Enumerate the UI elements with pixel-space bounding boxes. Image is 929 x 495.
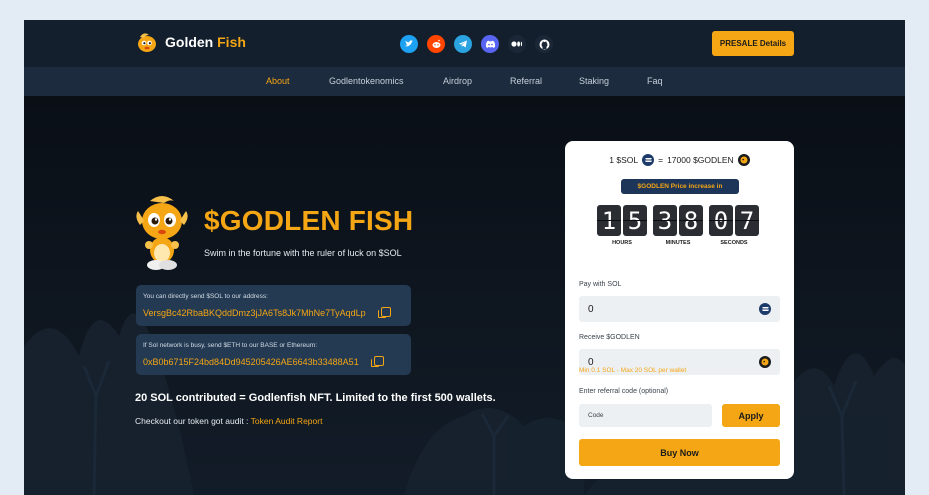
social-links <box>400 35 553 53</box>
hours-label: HOURS <box>612 240 632 246</box>
discord-icon[interactable] <box>481 35 499 53</box>
brand-name: Golden Fish <box>165 34 246 50</box>
pay-amount-value[interactable]: 0 <box>588 304 594 315</box>
godlen-coin-icon <box>759 356 771 368</box>
minutes-digit-1: 3 <box>653 205 677 236</box>
hours-digit-1: 1 <box>597 205 621 236</box>
nav-item-godlentokenomics[interactable]: Godlentokenomics <box>329 76 404 86</box>
receive-label: Receive $GODLEN <box>579 334 640 341</box>
sol-coin-icon <box>759 303 771 315</box>
fish-mascot-icon <box>136 196 188 270</box>
sol-address-value[interactable]: VersgBc42RbaBKQddDmz3jJA6Ts8Jk7MhNe7TyAq… <box>143 308 366 318</box>
hours-digit-2: 5 <box>623 205 647 236</box>
seconds-digit-1: 0 <box>709 205 733 236</box>
nav-item-referral[interactable]: Referral <box>510 76 542 86</box>
audit-text: Checkout our token got audit : <box>135 416 251 426</box>
rate-left: 1 $SOL <box>609 155 639 165</box>
presale-details-button[interactable]: PRESALE Details <box>712 31 794 56</box>
hero-title: $GODLEN FISH <box>204 205 414 236</box>
site-header: Golden Fish PRESALE Details <box>24 20 905 67</box>
page-frame: Golden Fish PRESALE Details About Godlen… <box>24 20 905 495</box>
telegram-icon[interactable] <box>454 35 472 53</box>
eth-address-box: If Sol network is busy, send $ETH to our… <box>136 334 411 375</box>
sol-coin-icon <box>642 154 655 166</box>
fish-logo-icon <box>138 33 156 52</box>
timer-minutes: 3 8 MINUTES <box>653 205 703 246</box>
apply-button[interactable]: Apply <box>722 404 780 427</box>
timer-hours: 1 5 HOURS <box>597 205 647 246</box>
rate-right: 17000 $GODLEN <box>667 155 734 165</box>
medium-icon[interactable] <box>508 35 526 53</box>
hero-subtitle: Swim in the fortune with the ruler of lu… <box>204 248 402 258</box>
buy-now-button[interactable]: Buy Now <box>579 439 780 466</box>
brand-first: Golden <box>165 34 214 50</box>
seconds-digit-2: 7 <box>735 205 759 236</box>
github-icon[interactable] <box>535 35 553 53</box>
godlen-coin-icon <box>737 154 750 166</box>
pay-amount-field[interactable]: 0 <box>579 296 780 322</box>
reddit-icon[interactable] <box>427 35 445 53</box>
presale-widget: 1 $SOL = 17000 $GODLEN $GODLEN Price inc… <box>565 141 794 479</box>
minutes-digit-2: 8 <box>679 205 703 236</box>
token-audit-report-link[interactable]: Token Audit Report <box>251 416 323 426</box>
copy-eth-address-icon[interactable] <box>371 356 384 367</box>
nav-item-about[interactable]: About <box>266 76 290 86</box>
purchase-limits: Min 0.1 SOL - Max 20 SOL per wallet <box>579 367 687 374</box>
minutes-label: MINUTES <box>665 240 691 246</box>
seconds-label: SECONDS <box>720 240 748 246</box>
nav-item-airdrop[interactable]: Airdrop <box>443 76 472 86</box>
sol-address-box: You can directly send $SOL to our addres… <box>136 285 411 326</box>
twitter-icon[interactable] <box>400 35 418 53</box>
logo[interactable]: Golden Fish <box>135 30 246 54</box>
pay-label: Pay with SOL <box>579 281 622 288</box>
nav-item-faq[interactable]: Faq <box>647 76 663 86</box>
countdown-timer: 1 5 HOURS 3 8 MINUTES 0 7 SECONDS <box>597 205 759 246</box>
price-increase-notice: $GODLEN Price increase in <box>621 179 739 194</box>
nft-note: 20 SOL contributed = Godlenfish NFT. Lim… <box>135 392 496 404</box>
eth-address-label: If Sol network is busy, send $ETH to our… <box>143 342 318 349</box>
referral-code-input[interactable]: Code <box>579 404 712 427</box>
copy-sol-address-icon[interactable] <box>378 307 391 318</box>
sol-address-label: You can directly send $SOL to our addres… <box>143 293 268 300</box>
eth-address-value[interactable]: 0xB0b6715F24bd84Dd945205426AE6643b33488A… <box>143 357 359 367</box>
rate-equals: = <box>658 155 664 165</box>
main-nav: About Godlentokenomics Airdrop Referral … <box>24 67 905 96</box>
referral-code-placeholder: Code <box>588 412 604 419</box>
referral-label: Enter referral code (optional) <box>579 388 669 395</box>
audit-line: Checkout our token got audit : Token Aud… <box>135 416 322 426</box>
nav-item-staking[interactable]: Staking <box>579 76 609 86</box>
exchange-rate: 1 $SOL = 17000 $GODLEN <box>565 154 794 166</box>
brand-second: Fish <box>217 34 246 50</box>
timer-seconds: 0 7 SECONDS <box>709 205 759 246</box>
